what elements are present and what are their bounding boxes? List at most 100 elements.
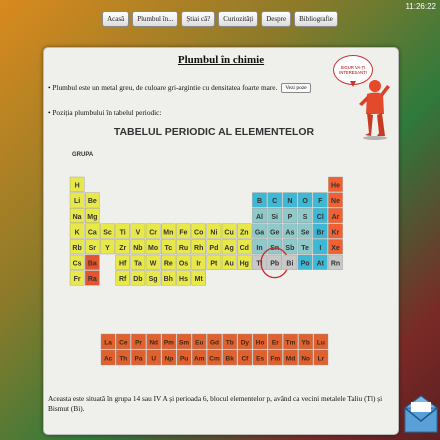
element-symbol: P bbox=[288, 214, 293, 221]
nav-did-you-know-button[interactable]: Știai că? bbox=[181, 11, 216, 27]
element-cell-cs: Cs bbox=[69, 254, 85, 270]
element-symbol: Ca bbox=[88, 229, 97, 236]
nav-curiosities-button[interactable]: Curiozități bbox=[218, 11, 259, 27]
element-symbol: F bbox=[318, 198, 323, 205]
element-cell-db: Db bbox=[130, 270, 146, 286]
element-symbol: Gd bbox=[210, 340, 219, 347]
element-symbol: Os bbox=[179, 261, 188, 268]
element-symbol: Tm bbox=[286, 340, 296, 347]
element-symbol: Ir bbox=[196, 261, 201, 268]
element-cell-zn: Zn bbox=[236, 223, 252, 239]
element-cell-pr: Pr bbox=[131, 333, 146, 350]
element-cell-sb: Sb bbox=[282, 239, 298, 255]
element-cell-s: S bbox=[297, 207, 313, 223]
element-cell-pb: Pb bbox=[267, 254, 283, 270]
nav-lead-button[interactable]: Plumbul în... bbox=[132, 11, 179, 27]
element-symbol: Na bbox=[73, 214, 82, 221]
element-cell-na: Na bbox=[69, 207, 85, 223]
nav-about-button[interactable]: Despre bbox=[261, 11, 292, 27]
element-symbol: As bbox=[285, 229, 294, 236]
element-cell-sr: Sr bbox=[85, 239, 100, 255]
element-symbol: Bi bbox=[286, 261, 293, 268]
element-symbol: I bbox=[319, 245, 321, 252]
element-symbol: Zn bbox=[240, 229, 249, 236]
element-symbol: Ti bbox=[120, 229, 126, 236]
element-cell-au: Au bbox=[221, 254, 237, 270]
element-cell-b: B bbox=[252, 192, 267, 208]
element-symbol: Np bbox=[165, 356, 174, 363]
element-cell-xe: Xe bbox=[328, 239, 343, 255]
element-cell-hs: Hs bbox=[176, 270, 191, 286]
element-cell-ru: Ru bbox=[176, 239, 191, 255]
element-symbol: Si bbox=[271, 214, 278, 221]
element-cell-at: At bbox=[313, 254, 328, 270]
element-symbol: Md bbox=[286, 356, 295, 363]
element-symbol: Ni bbox=[210, 229, 217, 236]
element-symbol: In bbox=[256, 245, 262, 252]
element-cell-ho: Ho bbox=[252, 333, 268, 350]
element-cell-cm: Cm bbox=[207, 349, 222, 366]
element-cell-se: Se bbox=[297, 223, 313, 239]
element-cell-pd: Pd bbox=[206, 239, 222, 255]
element-symbol: No bbox=[301, 356, 310, 363]
element-symbol: Mo bbox=[148, 245, 158, 252]
element-cell-cf: Cf bbox=[237, 349, 253, 366]
element-cell-kr: Kr bbox=[328, 223, 343, 239]
clock: 11:26:22 bbox=[405, 2, 436, 11]
element-symbol: Pu bbox=[180, 356, 188, 363]
element-cell-cr: Cr bbox=[145, 223, 161, 239]
element-symbol: Cl bbox=[317, 214, 324, 221]
element-symbol: Sr bbox=[89, 245, 97, 252]
element-cell-np: Np bbox=[161, 349, 177, 366]
element-symbol: Kr bbox=[332, 229, 340, 236]
periodic-table: TABELUL PERIODIC AL ELEMENTELOR GRUPA H H… bbox=[69, 126, 343, 366]
element-symbol: Zr bbox=[119, 245, 126, 252]
element-cell-re: Re bbox=[160, 254, 176, 270]
element-symbol: W bbox=[150, 261, 157, 268]
nav-bibliography-button[interactable]: Bibliografie bbox=[294, 11, 338, 27]
element-symbol: Fe bbox=[179, 229, 187, 236]
element-cell-zr: Zr bbox=[115, 239, 130, 255]
element-symbol: Bh bbox=[164, 276, 173, 283]
element-cell-er: Er bbox=[267, 333, 283, 350]
element-cell-mo: Mo bbox=[145, 239, 161, 255]
element-symbol: Fm bbox=[270, 356, 280, 363]
element-cell-ir: Ir bbox=[191, 254, 207, 270]
element-symbol: Ba bbox=[88, 261, 97, 268]
element-cell-fm: Fm bbox=[267, 349, 283, 366]
element-cell-sc: Sc bbox=[100, 223, 115, 239]
element-symbol: Au bbox=[224, 261, 233, 268]
element-symbol: Sb bbox=[285, 245, 294, 252]
element-symbol: Pr bbox=[135, 340, 142, 347]
mail-envelope-icon[interactable] bbox=[404, 394, 438, 434]
element-cell-po: Po bbox=[297, 254, 313, 270]
element-symbol: Be bbox=[88, 198, 97, 205]
element-cell-cl: Cl bbox=[313, 207, 328, 223]
element-cell-ne: Ne bbox=[328, 192, 343, 208]
element-cell-i: I bbox=[313, 239, 328, 255]
element-cell-sn: Sn bbox=[267, 239, 283, 255]
element-cell-v: V bbox=[130, 223, 146, 239]
element-symbol: Pa bbox=[135, 356, 143, 363]
element-symbol: Rb bbox=[72, 245, 81, 252]
element-cell-am: Am bbox=[191, 349, 207, 366]
element-symbol: C bbox=[272, 198, 277, 205]
element-cell-pa: Pa bbox=[131, 349, 146, 366]
element-symbol: Li bbox=[74, 198, 80, 205]
element-cell-yb: Yb bbox=[298, 333, 314, 350]
element-symbol: Mt bbox=[195, 276, 204, 283]
element-symbol: Bk bbox=[226, 356, 235, 363]
element-symbol: Al bbox=[256, 214, 263, 221]
nav-home-button[interactable]: Acasă bbox=[102, 11, 130, 27]
element-symbol: Db bbox=[133, 276, 142, 283]
element-cell-h: H bbox=[69, 176, 85, 192]
element-cell-cd: Cd bbox=[236, 239, 252, 255]
element-cell-te: Te bbox=[297, 239, 313, 255]
element-symbol: Te bbox=[301, 245, 309, 252]
element-cell-gd: Gd bbox=[207, 333, 222, 350]
element-cell-as: As bbox=[282, 223, 298, 239]
element-symbol: Ce bbox=[119, 340, 128, 347]
element-cell-ca: Ca bbox=[85, 223, 100, 239]
element-symbol: Cr bbox=[149, 229, 157, 236]
element-symbol: Cf bbox=[241, 356, 249, 363]
